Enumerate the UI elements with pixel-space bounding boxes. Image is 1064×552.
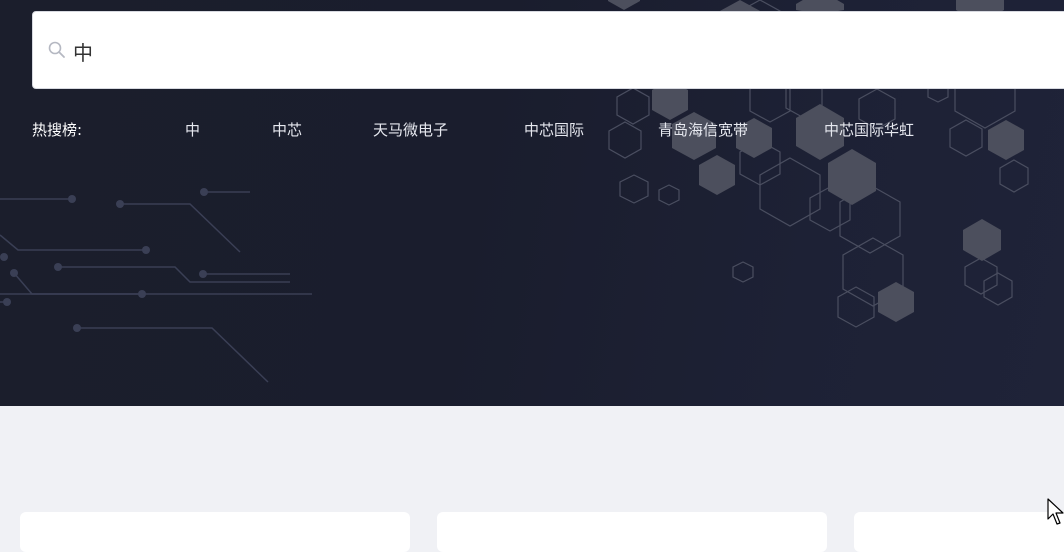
hot-search-item[interactable]: 青岛海信宽带 [658,119,748,140]
search-box[interactable] [32,11,1064,89]
content-card[interactable] [20,512,410,552]
search-icon [48,41,65,58]
search-input[interactable] [73,34,973,68]
hot-search-item[interactable]: 中芯国际华虹 [824,119,914,140]
hot-search-item[interactable]: 中芯 [272,119,302,140]
content-card[interactable] [854,512,1064,552]
hot-search-item[interactable]: 中芯国际 [524,119,584,140]
mouse-cursor-icon [1047,498,1064,525]
hot-search-item[interactable]: 中 [185,119,200,140]
content-card[interactable] [437,512,827,552]
hot-search-item[interactable]: 天马微电子 [373,119,448,140]
hero-banner: 热搜榜: 中 中芯 天马微电子 中芯国际 青岛海信宽带 中芯国际华虹 [0,0,1064,406]
hot-search-label: 热搜榜: [32,121,83,139]
